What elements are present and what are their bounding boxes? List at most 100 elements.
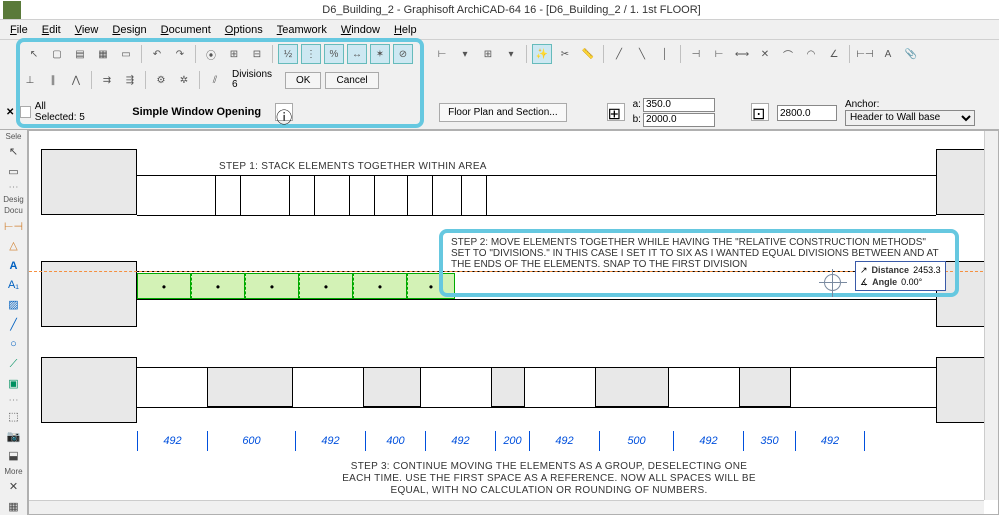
divisions-icon[interactable]: ⫽ [205,70,225,90]
dim-c-input[interactable] [777,105,837,121]
line1-icon[interactable]: ╱ [609,44,629,64]
snap-half-icon[interactable]: ½ [278,44,298,64]
dimension-tool[interactable]: ⊢⊣ [3,217,25,235]
gear-icon[interactable]: ⚙ [151,70,171,90]
text-icon[interactable]: A [878,44,898,64]
undo-icon[interactable]: ↶ [147,44,167,64]
cancel-button[interactable]: Cancel [325,72,378,89]
snap-divisions-icon[interactable]: ⋮ [301,44,321,64]
arc-icon[interactable]: ◠ [801,44,821,64]
dim-icon[interactable]: ⊢⊣ [855,44,875,64]
circle-tool[interactable]: ○ [3,336,25,354]
floor-plan-section-button[interactable]: Floor Plan and Section... [439,103,567,122]
section-tool[interactable]: ⬚ [3,408,25,426]
group-icon[interactable]: ⊞ [224,44,244,64]
fill-tool[interactable]: ▨ [3,296,25,314]
cursor-crosshair [819,269,847,297]
info-icon[interactable]: ⓘ [275,103,293,121]
selected-opening[interactable] [191,273,245,299]
grid-icon[interactable]: ▦ [93,44,113,64]
menu-options[interactable]: Options [219,22,269,38]
anchor-select[interactable]: Header to Wall base [845,110,975,126]
crop-icon[interactable]: ✂ [555,44,575,64]
line3-icon[interactable]: │ [655,44,675,64]
menu-view[interactable]: View [69,22,105,38]
redo-icon[interactable]: ↷ [170,44,190,64]
arrow-tool-icon[interactable]: ↖ [24,44,44,64]
opening [289,175,315,215]
selected-opening[interactable] [299,273,353,299]
layer-icon[interactable]: ▭ [116,44,136,64]
dim-a-input[interactable] [643,98,715,112]
toolbar-row-1: ↖ ▢ ▤ ▦ ▭ ↶ ↷ ⦿ ⊞ ⊟ ½ ⋮ % ↔ ✶ ⊘ [24,42,413,66]
stack-icon[interactable]: ▤ [70,44,90,64]
label-tool[interactable]: A₁ [3,276,25,294]
opening [739,367,791,407]
geometry-icon[interactable]: ⊞ [607,103,625,121]
ref-3-icon[interactable]: ⊞ [478,44,498,64]
dimension-value: 492 [295,431,365,451]
special-snap-icon[interactable]: ✲ [174,70,194,90]
menu-file[interactable]: File [4,22,34,38]
level-tool[interactable]: △ [3,237,25,255]
hotspot-tool[interactable]: ✕ [3,478,25,496]
dim-b-input[interactable] [643,113,715,127]
toolbox-section-docu: Docu [0,206,27,215]
measure-icon[interactable]: 📏 [578,44,598,64]
zone-tool[interactable]: ▦ [3,497,25,515]
intersect-icon[interactable]: ✕ [755,44,775,64]
snap-percent-icon[interactable]: % [324,44,344,64]
line-tool[interactable]: ╱ [3,316,25,334]
magic-wand-icon[interactable]: ✨ [532,44,552,64]
elev-icon[interactable]: ⊡ [751,103,769,121]
fillet-icon[interactable]: ⌒ [778,44,798,64]
bisector-icon[interactable]: ⋀ [66,70,86,90]
horizontal-scrollbar[interactable] [29,500,984,514]
selection-dropdown-icon[interactable] [20,106,30,118]
select-icon[interactable]: ▢ [47,44,67,64]
dimension-value: 492 [529,431,599,451]
adjust-icon[interactable]: ⟷ [732,44,752,64]
menu-window[interactable]: Window [335,22,386,38]
selected-opening[interactable] [245,273,299,299]
ok-button[interactable]: OK [285,72,321,89]
selected-openings [137,273,455,299]
dimension-value: 492 [425,431,495,451]
suspend-icon[interactable]: ⦿ [201,44,221,64]
snap-distance-icon[interactable]: ↔ [347,44,367,64]
selected-opening[interactable] [353,273,407,299]
multi-offset-icon[interactable]: ⇶ [120,70,140,90]
snap-none-icon[interactable]: ⊘ [393,44,413,64]
menu-teamwork[interactable]: Teamwork [271,22,333,38]
menu-document[interactable]: Document [155,22,217,38]
coordinate-tracker: ↗Distance2453.3 ∡Angle0.00° [855,261,946,291]
wall [936,357,986,423]
vertical-scrollbar[interactable] [984,131,998,500]
menu-design[interactable]: Design [106,22,152,38]
close-icon[interactable]: ✕ [4,107,16,118]
line2-icon[interactable]: ╲ [632,44,652,64]
camera-tool[interactable]: 📷 [3,427,25,445]
trim1-icon[interactable]: ⊣ [686,44,706,64]
parallel-icon[interactable]: ∥ [43,70,63,90]
offset-icon[interactable]: ⇉ [97,70,117,90]
drawing-canvas[interactable]: STEP 1: STACK ELEMENTS TOGETHER WITHIN A… [28,130,999,515]
marquee-tool[interactable]: ▭ [3,163,25,181]
polyline-tool[interactable]: ⟋ [3,355,25,373]
wall-ref-icon[interactable]: ⊢ [432,44,452,64]
ref-2-icon[interactable]: ▾ [455,44,475,64]
selected-opening[interactable] [137,273,191,299]
ref-4-icon[interactable]: ▾ [501,44,521,64]
menu-edit[interactable]: Edit [36,22,67,38]
ungroup-icon[interactable]: ⊟ [247,44,267,64]
clip-icon[interactable]: 📎 [901,44,921,64]
angle-icon[interactable]: ∠ [824,44,844,64]
arrow-tool[interactable]: ↖ [3,143,25,161]
menu-help[interactable]: Help [388,22,423,38]
elevation-tool[interactable]: ⬓ [3,447,25,465]
drawing-tool[interactable]: ▣ [3,375,25,393]
perp-icon[interactable]: ⊥ [20,70,40,90]
snap-best-icon[interactable]: ✶ [370,44,390,64]
text-tool[interactable]: A [3,257,25,275]
trim2-icon[interactable]: ⊢ [709,44,729,64]
